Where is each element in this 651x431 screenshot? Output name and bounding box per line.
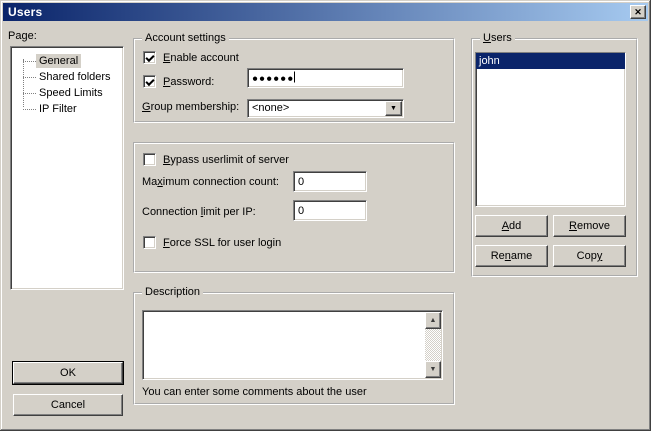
tree-connector (23, 61, 36, 62)
page-list-label: Page: (8, 30, 37, 42)
account-settings-title: Account settings (142, 32, 229, 44)
users-group-title: Users (480, 32, 515, 44)
scroll-up-button[interactable]: ▲ (425, 312, 441, 329)
tree-connector (23, 77, 36, 78)
tree-item-ip-filter[interactable]: IP Filter (11, 101, 123, 117)
add-user-button[interactable]: Add (475, 215, 548, 237)
description-textarea[interactable]: ▲ ▼ (142, 310, 443, 380)
connections-per-ip-value: 0 (298, 205, 304, 217)
tree-item-label[interactable]: Speed Limits (36, 86, 106, 100)
group-membership-label: Group membership: (142, 101, 239, 113)
bypass-userlimit-checkbox[interactable] (143, 153, 156, 166)
enable-account-label[interactable]: Enable account (163, 52, 239, 64)
tree-item-general[interactable]: General (11, 53, 123, 69)
tree-item-label[interactable]: General (36, 54, 81, 68)
description-title: Description (142, 286, 203, 298)
group-membership-value: <none> (252, 102, 289, 114)
force-ssl-label[interactable]: Force SSL for user login (163, 237, 281, 249)
close-button[interactable]: ✕ (630, 5, 646, 19)
page-tree: General Shared folders Speed Limits IP F… (10, 46, 124, 290)
force-ssl-checkbox[interactable] (143, 236, 156, 249)
copy-user-button[interactable]: Copy (553, 245, 626, 267)
tree-connector (23, 93, 36, 94)
connections-per-ip-label: Connection limit per IP: (142, 206, 256, 218)
max-connections-value: 0 (298, 176, 304, 188)
tree-item-label[interactable]: IP Filter (36, 102, 80, 116)
bypass-userlimit-label[interactable]: Bypass userlimit of server (163, 154, 289, 166)
user-list-item[interactable]: john (476, 53, 625, 69)
users-dialog: Users ✕ Page: General Shared folders Spe… (0, 0, 651, 431)
max-connections-input[interactable]: 0 (293, 171, 367, 192)
chevron-down-icon: ▼ (390, 105, 397, 112)
group-membership-select[interactable]: <none> ▼ (247, 99, 404, 118)
password-value: ●●●●●● (252, 74, 294, 85)
arrow-up-icon: ▲ (430, 317, 437, 324)
max-connections-label: Maximum connection count: (142, 176, 279, 188)
description-hint: You can enter some comments about the us… (142, 386, 367, 398)
arrow-down-icon: ▼ (430, 366, 437, 373)
cancel-button[interactable]: Cancel (13, 394, 123, 416)
description-scrollbar[interactable]: ▲ ▼ (425, 312, 441, 378)
enable-account-checkbox[interactable] (143, 51, 156, 64)
password-input[interactable]: ●●●●●● (247, 68, 404, 88)
rename-user-button[interactable]: Rename (475, 245, 548, 267)
tree-connector (23, 109, 36, 110)
text-caret (294, 72, 295, 83)
users-listbox[interactable]: john (475, 52, 626, 207)
title-bar[interactable]: Users (3, 3, 648, 21)
scroll-down-button[interactable]: ▼ (425, 361, 441, 378)
dropdown-button[interactable]: ▼ (385, 101, 402, 116)
password-checkbox[interactable] (143, 75, 156, 88)
close-icon: ✕ (634, 8, 642, 17)
tree-item-shared-folders[interactable]: Shared folders (11, 69, 123, 85)
window-title: Users (8, 5, 42, 19)
password-label[interactable]: Password: (163, 76, 214, 88)
tree-item-label[interactable]: Shared folders (36, 70, 114, 84)
tree-item-speed-limits[interactable]: Speed Limits (11, 85, 123, 101)
ok-button[interactable]: OK (13, 362, 123, 384)
remove-user-button[interactable]: Remove (553, 215, 626, 237)
connections-per-ip-input[interactable]: 0 (293, 200, 367, 221)
